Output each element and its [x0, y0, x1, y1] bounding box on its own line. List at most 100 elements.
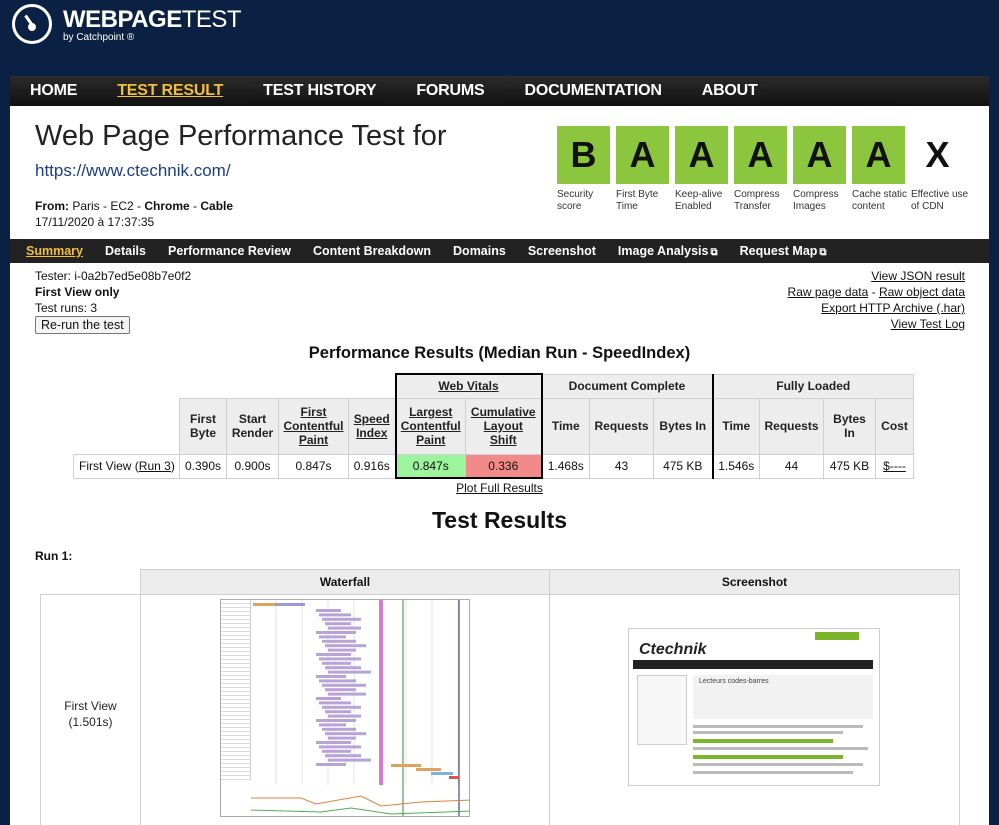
waterfall-request-bar — [325, 622, 351, 626]
waterfall-request-bar — [325, 666, 361, 670]
val-fl-requests: 44 — [759, 453, 824, 479]
tested-url[interactable]: https://www.ctechnik.com/ — [35, 161, 231, 181]
grade-item[interactable]: A Keep-alive Enabled — [675, 126, 734, 213]
speedometer-icon — [12, 4, 52, 44]
col-cls-link[interactable]: Cumulative Layout Shift — [471, 405, 536, 447]
run-3-link[interactable]: Run 3 — [139, 459, 171, 473]
rerun-button[interactable]: Re-run the test — [35, 316, 130, 334]
waterfall-thumbnail[interactable] — [220, 599, 470, 817]
site-menu-bar — [633, 660, 873, 669]
row-label: First View (Run 3) — [73, 453, 180, 479]
site-logo: Ctechnik — [639, 641, 707, 658]
webpagetest-logo[interactable]: WEBPAGETEST by Catchpoint ® — [12, 4, 272, 48]
waterfall-request-bar — [319, 723, 346, 727]
waterfall-request-bar — [328, 648, 356, 652]
col-fl-bytes: Bytes In — [823, 397, 876, 455]
test-date: 17/11/2020 à 17:37:35 — [35, 215, 155, 229]
test-results-title: Test Results — [431, 507, 568, 533]
waterfall-request-bar — [316, 631, 356, 634]
waterfall-request-bar — [322, 727, 356, 731]
export-har-link[interactable]: Export HTTP Archive (.har) — [821, 301, 965, 315]
screenshot-thumbnail[interactable]: Ctechnik Lecteurs codes-barres — [628, 628, 880, 786]
waterfall-request-bar — [316, 697, 341, 700]
col-lcp-link[interactable]: Largest Contentful Paint — [401, 405, 461, 447]
tab-screenshot[interactable]: Screenshot — [528, 244, 596, 258]
waterfall-request-bar — [322, 617, 361, 621]
grade-item[interactable]: A First Byte Time — [616, 126, 675, 213]
screenshot-header: Screenshot — [549, 569, 960, 595]
grade-item[interactable]: B Security score — [557, 126, 616, 213]
nav-test-history[interactable]: TEST HISTORY — [263, 82, 376, 100]
waterfall-request-bar — [391, 764, 421, 767]
view-json-link[interactable]: View JSON result — [871, 269, 965, 283]
tab-domains[interactable]: Domains — [453, 244, 506, 258]
raw-object-data-link[interactable]: Raw object data — [879, 285, 965, 299]
waterfall-request-bar — [328, 736, 356, 740]
waterfall-lcp-marker — [379, 600, 383, 785]
col-fl-requests: Requests — [759, 397, 824, 455]
site-text-line — [693, 771, 853, 774]
nav-documentation[interactable]: DOCUMENTATION — [524, 82, 661, 100]
val-dc-time: 1.468s — [541, 453, 590, 479]
waterfall-request-bar — [319, 745, 361, 749]
cost-link[interactable]: $---- — [883, 459, 906, 473]
main-nav: HOME TEST RESULT TEST HISTORY FORUMS DOC… — [10, 76, 989, 106]
grade-item[interactable]: A Cache static content — [852, 126, 911, 213]
col-fcp-link[interactable]: First Contentful Paint — [284, 405, 344, 447]
col-first-byte: First Byte — [179, 397, 227, 455]
waterfall-request-bar — [322, 749, 351, 753]
val-first-byte: 0.390s — [179, 453, 227, 479]
grade-item[interactable]: X Effective use of CDN — [911, 126, 970, 213]
waterfall-request-bar — [325, 688, 356, 692]
col-cost: Cost — [875, 397, 914, 455]
tab-image-analysis[interactable]: Image Analysis ⧉ — [618, 244, 718, 258]
waterfall-request-bar — [328, 692, 366, 696]
grade-letter[interactable]: A — [734, 126, 787, 184]
grade-letter[interactable]: A — [793, 126, 846, 184]
waterfall-request-bar — [319, 613, 351, 617]
grade-letter[interactable]: A — [852, 126, 905, 184]
waterfall-request-bar — [325, 732, 366, 736]
tab-details[interactable]: Details — [105, 244, 146, 258]
val-fl-time: 1.546s — [711, 453, 760, 479]
val-cls: 0.336 — [465, 453, 543, 479]
col-fl-time: Time — [711, 397, 760, 455]
web-vitals-link[interactable]: Web Vitals — [438, 379, 498, 393]
waterfall-request-bar — [328, 758, 371, 762]
grade-item[interactable]: A Compress Images — [793, 126, 852, 213]
grade-label: Compress Images — [793, 189, 839, 212]
grade-letter[interactable]: A — [616, 126, 669, 184]
nav-home[interactable]: HOME — [30, 82, 77, 100]
tab-content-breakdown[interactable]: Content Breakdown — [313, 244, 431, 258]
waterfall-request-bar — [322, 639, 356, 643]
waterfall-request-bar — [319, 635, 346, 639]
grade-item[interactable]: A Compress Transfer — [734, 126, 793, 213]
val-fcp: 0.847s — [278, 453, 349, 479]
logo-subtitle: by Catchpoint ® — [63, 32, 135, 43]
waterfall-request-bar — [319, 657, 361, 661]
grade-letter[interactable]: A — [675, 126, 728, 184]
grade-label: First Byte Time — [616, 189, 659, 212]
waterfall-request-bar — [449, 776, 459, 779]
val-dc-bytes: 475 KB — [653, 453, 713, 479]
nav-test-result[interactable]: TEST RESULT — [117, 82, 223, 100]
grade-letter[interactable]: B — [557, 126, 610, 184]
tab-performance-review[interactable]: Performance Review — [168, 244, 291, 258]
tab-request-map[interactable]: Request Map ⧉ — [740, 244, 827, 258]
plot-full-results-link[interactable]: Plot Full Results — [456, 481, 543, 495]
grades-panel: B Security score A First Byte Time A Keep-ali… — [557, 126, 970, 213]
view-test-log-link[interactable]: View Test Log — [891, 317, 965, 331]
waterfall-request-bar — [316, 719, 356, 722]
first-view-label: First View — [64, 699, 117, 713]
nav-forums[interactable]: FORUMS — [416, 82, 484, 100]
site-hero-title: Lecteurs codes-barres — [699, 678, 769, 685]
nav-about[interactable]: ABOUT — [702, 82, 758, 100]
tab-summary[interactable]: Summary — [26, 244, 83, 258]
export-links: View JSON result Raw page data - Raw obj… — [787, 269, 965, 331]
col-speed-index-link[interactable]: Speed Index — [354, 412, 390, 440]
col-dc-bytes: Bytes In — [653, 397, 713, 455]
site-text-line — [693, 725, 863, 728]
raw-page-data-link[interactable]: Raw page data — [788, 285, 869, 299]
col-start-render: Start Render — [226, 397, 279, 455]
grade-letter[interactable]: X — [911, 126, 964, 184]
